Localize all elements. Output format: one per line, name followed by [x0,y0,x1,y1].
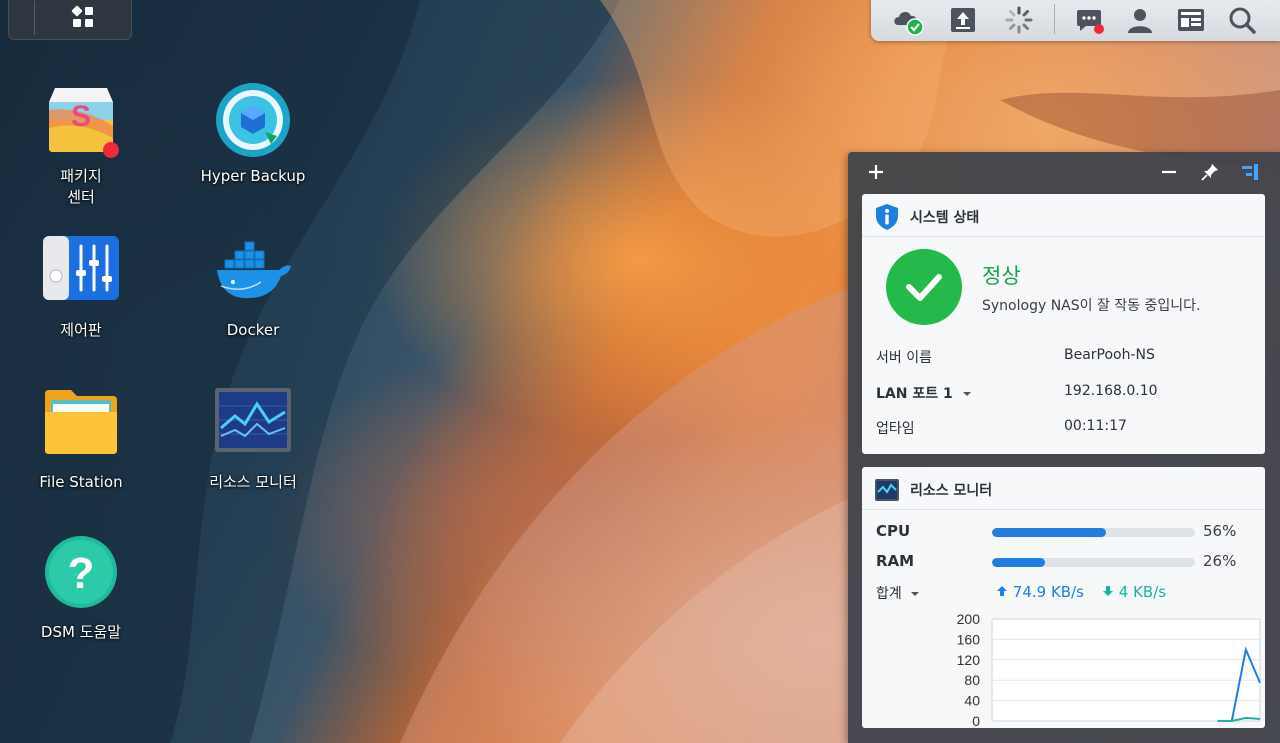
upload-rate: 74.9 KB/s [996,583,1084,601]
desktop-icon-resource-monitor[interactable]: 리소스 모니터 [178,386,328,493]
network-row: 합계 74.9 KB/s 4 KB/s [876,583,1256,603]
dsm-help-icon: ? [41,536,121,616]
upload-arrow-icon [997,586,1007,596]
desktop-icon-hyper-backup[interactable]: Hyper Backup [178,80,328,187]
chevron-down-icon [962,392,971,396]
hyper-backup-icon [213,80,293,160]
svg-text:S: S [71,100,91,133]
cpu-percent: 56% [1203,522,1237,540]
panel-toggle-icon[interactable] [1238,160,1262,184]
chart-ytick-label: 200 [957,611,981,627]
widget-card-icon[interactable] [1173,2,1209,38]
divider [862,236,1265,237]
lan-ip-value: 192.168.0.10 [1064,383,1158,399]
desktop-icon-label: 제어판 [60,321,102,339]
ram-percent: 26% [1203,552,1237,570]
desktop-icon-label: 패키지 센터 [60,167,102,206]
pin-icon[interactable] [1198,160,1222,184]
network-total-label: 합계 [876,586,902,602]
divider [34,1,35,35]
minimize-icon[interactable] [1157,160,1181,184]
notification-chat-icon[interactable] [1072,2,1108,38]
status-ok-icon [886,249,962,325]
chart-ytick-label: 0 [972,713,980,727]
uptime-label: 업타임 [876,421,915,437]
ram-usage-bar [992,558,1195,567]
resource-monitor-title: 리소스 모니터 [874,475,992,505]
lan-port-dropdown[interactable]: LAN 포트 1 [876,383,972,403]
lan-port-row: LAN 포트 1 192.168.0.10 [876,383,1256,403]
system-status-card: 시스템 상태 정상 Synology NAS이 잘 작동 중입니다. 서버 이름… [862,194,1265,454]
control-panel-icon [41,234,121,314]
widget-panel: 시스템 상태 정상 Synology NAS이 잘 작동 중입니다. 서버 이름… [848,152,1280,743]
docker-icon [213,234,293,314]
download-arrow-icon [1103,586,1113,596]
desktop-icon-label: File Station [39,473,123,491]
taskbar-divider [1054,4,1055,34]
chart-ytick-label: 80 [964,672,980,688]
resource-monitor-card: 리소스 모니터 CPU 56% RAM 26% 합계 74.9 KB/s 4 K… [862,467,1265,728]
cpu-label: CPU [876,522,911,540]
file-station-icon [41,386,121,466]
desktop-icon-package-center[interactable]: S 패키지 센터 [6,80,156,208]
desktop-icon-label: DSM 도움말 [40,623,122,641]
chart-plot-area [991,618,1261,722]
add-icon[interactable] [864,160,888,184]
system-state-message: Synology NAS이 잘 작동 중입니다. [982,298,1201,314]
divider [862,509,1265,510]
info-shield-icon [876,204,898,230]
search-icon[interactable] [1224,2,1260,38]
download-rate-value: 4 KB/s [1118,583,1167,601]
loading-spinner-icon[interactable] [1001,2,1037,38]
network-total-dropdown[interactable]: 합계 [876,583,920,603]
server-name-label: 서버 이름 [876,350,932,366]
main-menu-button[interactable] [8,0,132,40]
cloud-sync-ok-icon[interactable] [889,2,925,38]
chart-ytick-label: 40 [964,693,980,709]
uptime-row: 업타임 00:11:17 [876,418,1256,438]
main-menu-icon [71,5,93,27]
user-icon[interactable] [1122,2,1158,38]
desktop-icon-label: 리소스 모니터 [209,473,297,491]
card-title-text: 리소스 모니터 [910,483,993,499]
card-title-text: 시스템 상태 [910,210,980,226]
ram-label: RAM [876,552,915,570]
system-state: 정상 [982,264,1021,288]
desktop-icon-control-panel[interactable]: 제어판 [6,234,156,341]
system-status-title: 시스템 상태 [874,202,979,232]
chart-ytick-label: 120 [957,652,981,668]
desktop-icon-label: Hyper Backup [200,167,306,185]
ram-usage-fill [992,558,1045,567]
desktop-icon-docker[interactable]: Docker [178,234,328,341]
taskbar [871,0,1280,41]
svg-text:?: ? [68,549,95,598]
cpu-usage-bar [992,528,1195,537]
cpu-row: CPU 56% [876,522,1256,542]
uptime-value: 00:11:17 [1064,418,1127,434]
chevron-down-icon [911,592,920,596]
desktop-icon-dsm-help[interactable]: ? DSM 도움말 [6,536,156,643]
upload-icon[interactable] [945,2,981,38]
ram-row: RAM 26% [876,552,1256,572]
server-name-value: BearPooh-NS [1064,347,1155,363]
desktop-icon-label: Docker [226,321,280,339]
download-rate: 4 KB/s [1102,583,1166,601]
cpu-usage-fill [992,528,1106,537]
desktop-icon-file-station[interactable]: File Station [6,386,156,493]
resource-monitor-icon [875,479,899,501]
widget-panel-header [848,152,1280,192]
network-chart: 200 160 120 80 40 0 [957,611,1261,727]
server-name-row: 서버 이름 BearPooh-NS [876,347,1256,367]
upload-rate-value: 74.9 KB/s [1012,583,1084,601]
resource-monitor-icon [213,386,293,466]
chart-ytick-label: 160 [957,631,981,647]
lan-port-label: LAN 포트 1 [876,386,953,402]
package-center-icon: S [41,80,121,160]
